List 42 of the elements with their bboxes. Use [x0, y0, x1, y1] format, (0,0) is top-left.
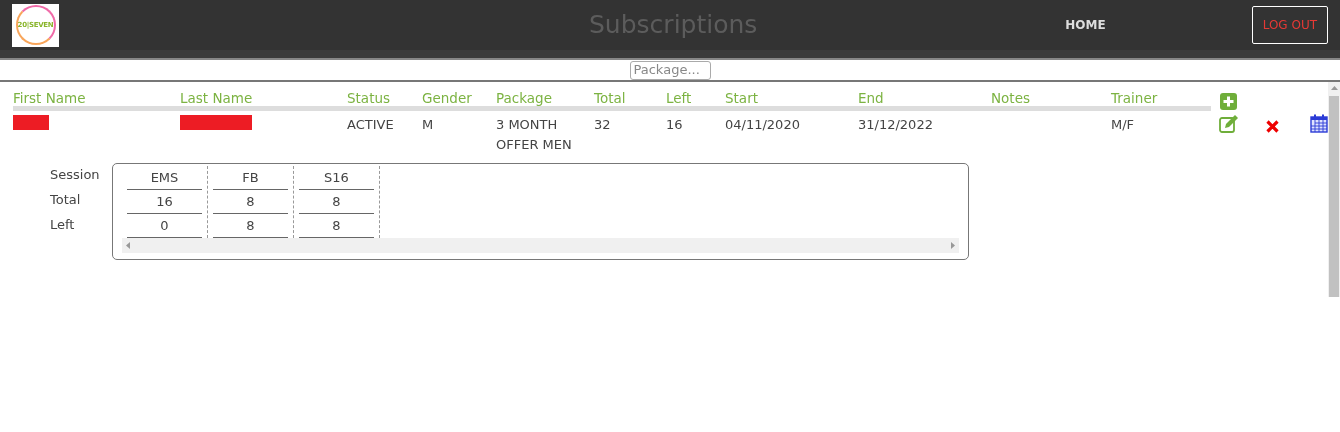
horizontal-scrollbar[interactable] — [122, 238, 959, 253]
row-label: Total — [50, 191, 82, 209]
session-cell: 8 — [213, 190, 288, 214]
table-cell: M/F — [1111, 117, 1135, 132]
column-header: Package — [496, 89, 553, 106]
column-header: Last Name — [180, 89, 254, 106]
table-cell: 3 MONTH OFFER MEN — [496, 117, 572, 152]
row-label: Session — [50, 166, 101, 184]
calendar-icon[interactable] — [1310, 114, 1328, 133]
table-cell: 32 — [594, 117, 611, 132]
column-header: Gender — [422, 89, 473, 106]
column-header: Left — [666, 89, 693, 106]
scroll-right-icon[interactable] — [951, 242, 955, 249]
edit-icon[interactable] — [1219, 114, 1240, 133]
scroll-left-icon[interactable] — [126, 242, 130, 249]
column-header: Status — [347, 89, 392, 106]
row-label: Left — [50, 216, 76, 234]
column-header: Trainer — [1111, 89, 1159, 106]
session-cell: EMS — [127, 166, 202, 190]
package-filter-field[interactable]: Package... — [629, 60, 711, 80]
add-icon[interactable] — [1220, 93, 1237, 110]
table-cell: 04/11/2020 — [725, 117, 800, 132]
column-header: End — [858, 89, 885, 106]
session-cell: FB — [213, 166, 288, 190]
session-cell: 8 — [299, 190, 374, 214]
table-cell: 31/12/2022 — [858, 117, 933, 132]
column-header: Notes — [991, 89, 1031, 106]
nav-link[interactable]: HOME — [1065, 16, 1106, 34]
column-header: First Name — [13, 89, 87, 106]
redaction-mark — [180, 115, 252, 130]
vertical-scrollbar[interactable] — [1328, 82, 1340, 297]
column-header: Start — [725, 89, 759, 106]
scrollbar-thumb[interactable] — [1329, 96, 1339, 297]
scroll-up-icon[interactable] — [1330, 86, 1338, 90]
column-header: Total — [594, 89, 627, 106]
table-cell: 16 — [666, 117, 683, 132]
session-cell: S16 — [299, 166, 374, 190]
redaction-mark — [13, 115, 49, 130]
table-cell: M — [422, 117, 434, 132]
delete-icon[interactable] — [1266, 120, 1280, 133]
session-cell: 16 — [127, 190, 202, 214]
table-cell: ACTIVE — [347, 117, 394, 132]
